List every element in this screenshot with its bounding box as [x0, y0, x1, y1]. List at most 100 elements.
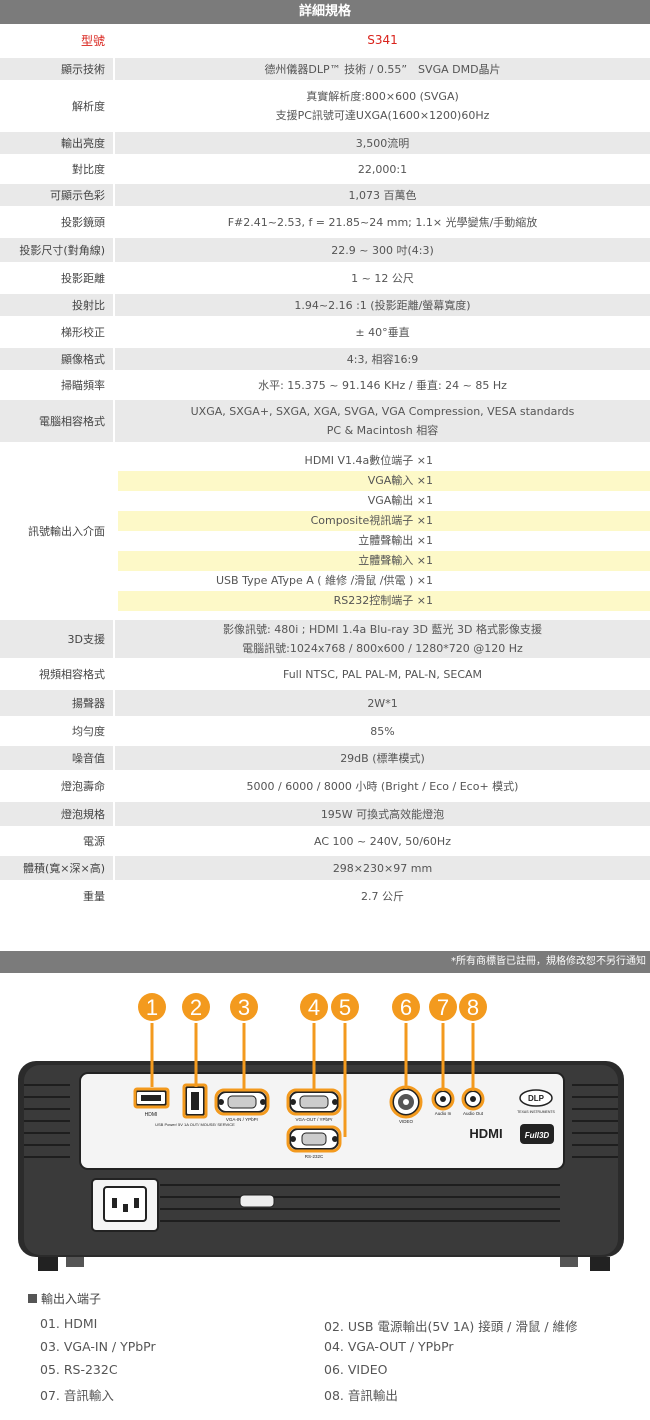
- spec-value-line: 298×230×97 mm: [332, 861, 433, 875]
- spec-row: 燈泡規格 195W 可換式高效能燈泡: [0, 802, 650, 828]
- spec-row: 對比度 22,000:1: [0, 156, 650, 184]
- spec-value: 195W 可換式高效能燈泡: [115, 802, 650, 826]
- spec-value-line: 195W 可換式高效能燈泡: [320, 807, 445, 821]
- spec-row: 投影距離 1 ~ 12 公尺: [0, 264, 650, 294]
- spec-label: 投影尺寸(對角線): [0, 238, 115, 262]
- spec-label: 燈泡規格: [0, 802, 115, 826]
- spec-row: 3D支援 影像訊號: 480i ; HDMI 1.4a Blu-ray 3D 藍光…: [0, 620, 650, 660]
- spec-value: 2W*1: [115, 690, 650, 716]
- dlp-logo: DLP TEXAS INSTRUMENTS: [517, 1089, 556, 1114]
- full3d-logo: Full3D: [520, 1124, 554, 1144]
- spec-value-line: 29dB (標準模式): [340, 751, 425, 765]
- port-list-item: 01. HDMI: [40, 1316, 98, 1331]
- spec-value-line: S341: [367, 32, 398, 47]
- spec-value-line: 22.9 ~ 300 吋(4:3): [331, 243, 434, 257]
- spec-value: 水平: 15.375 ~ 91.146 KHz / 垂直: 24 ~ 85 Hz: [115, 372, 650, 398]
- svg-text:5: 5: [339, 995, 351, 1020]
- spec-value-line: 2.7 公斤: [361, 889, 404, 903]
- spec-value: 29dB (標準模式): [115, 746, 650, 770]
- spec-value: UXGA, SXGA+, SXGA, XGA, SVGA, VGA Compre…: [115, 400, 650, 442]
- spec-value-line: 2W*1: [367, 696, 398, 710]
- callout-marker-6: 6: [392, 993, 420, 1021]
- svg-text:1: 1: [146, 995, 158, 1020]
- spec-label: 均勻度: [0, 718, 115, 744]
- spec-label: 視頻相容格式: [0, 660, 115, 688]
- spec-value-line: PC & Macintosh 相容: [326, 424, 439, 437]
- spec-value-line: 22,000:1: [357, 162, 408, 176]
- spec-value: 298×230×97 mm: [115, 856, 650, 880]
- spec-label: 噪音值: [0, 746, 115, 770]
- spec-value: HDMI V1.4a數位端子 ×1 VGA輸入 ×1 VGA輸出 ×1 Composi…: [115, 444, 650, 618]
- spec-label: 顯像格式: [0, 348, 115, 370]
- spec-value: 5000 / 6000 / 8000 小時 (Bright / Eco / Ec…: [115, 772, 650, 800]
- spec-value-line: 水平: 15.375 ~ 91.146 KHz / 垂直: 24 ~ 85 Hz: [258, 378, 507, 392]
- spec-label: 可顯示色彩: [0, 184, 115, 206]
- ports-section-title: 輸出入端子: [28, 1290, 101, 1307]
- spec-value: 3,500流明: [115, 132, 650, 154]
- spec-row: 顯示技術 德州儀器DLP™ 技術 / 0.55” SVGA DMD晶片: [0, 58, 650, 82]
- svg-text:HDMI: HDMI: [469, 1126, 502, 1141]
- spec-value-line: 真實解析度:800×600 (SVGA): [306, 90, 459, 103]
- spec-label: 投影距離: [0, 264, 115, 292]
- callout-marker-5: 5: [331, 993, 359, 1021]
- spec-label: 體積(寬×深×高): [0, 856, 115, 880]
- svg-text:2: 2: [190, 995, 202, 1020]
- spec-row: 噪音值 29dB (標準模式): [0, 746, 650, 772]
- spec-row: 掃瞄頻率 水平: 15.375 ~ 91.146 KHz / 垂直: 24 ~ 8…: [0, 372, 650, 400]
- spec-title-banner: 詳細規格: [0, 0, 650, 24]
- port-label: Audio In: [435, 1111, 452, 1116]
- spec-label: 燈泡壽命: [0, 772, 115, 800]
- svg-text:3: 3: [238, 995, 250, 1020]
- port-list-item: 06. VIDEO: [324, 1362, 388, 1377]
- io-interface-item: Composite視訊端子 ×1: [118, 511, 650, 531]
- spec-value: 4:3, 相容16:9: [115, 348, 650, 370]
- io-interface-item: HDMI V1.4a數位端子 ×1: [304, 454, 433, 467]
- bullet-square-icon: [28, 1294, 37, 1303]
- spec-label: 電腦相容格式: [0, 400, 115, 442]
- spec-row: 電源 AC 100 ~ 240V, 50/60Hz: [0, 828, 650, 856]
- callout-marker-1: 1: [138, 993, 166, 1021]
- spec-value: ± 40°垂直: [115, 318, 650, 346]
- spec-value-line: 1,073 百萬色: [348, 188, 417, 202]
- callout-markers: 1 2 3 45 678: [138, 993, 487, 1021]
- port-list-item: 07. 音訊輸入: [40, 1388, 114, 1403]
- svg-text:TEXAS INSTRUMENTS: TEXAS INSTRUMENTS: [517, 1110, 555, 1114]
- spec-value-line: 電腦訊號:1024x768 / 800x600 / 1280*720 @120 …: [242, 642, 523, 655]
- svg-text:7: 7: [437, 995, 449, 1020]
- port-list-item: 04. VGA-OUT / YPbPr: [324, 1339, 454, 1354]
- spec-row: 投影尺寸(對角線) 22.9 ~ 300 吋(4:3): [0, 238, 650, 264]
- spec-value: 真實解析度:800×600 (SVGA) 支援PC訊號可達UXGA(1600×12…: [115, 82, 650, 130]
- spec-row: 顯像格式 4:3, 相容16:9: [0, 348, 650, 372]
- port-label: Audio Out: [463, 1111, 484, 1116]
- spec-value-line: 支援PC訊號可達UXGA(1600×1200)60Hz: [275, 109, 490, 122]
- spec-label: 投射比: [0, 294, 115, 316]
- io-interface-item: 立體聲輸出 ×1: [358, 534, 433, 547]
- spec-value: 85%: [115, 718, 650, 744]
- svg-text:6: 6: [400, 995, 412, 1020]
- port-label: VGA-IN / YPbPr: [226, 1117, 259, 1122]
- spec-value-line: UXGA, SXGA+, SXGA, XGA, SVGA, VGA Compre…: [190, 405, 575, 418]
- spec-value-line: 1 ~ 12 公尺: [351, 271, 414, 285]
- callout-marker-7: 7: [429, 993, 457, 1021]
- spec-value: 1.94~2.16 :1 (投影距離/螢幕寬度): [115, 294, 650, 316]
- spec-value: S341: [115, 24, 650, 56]
- vga-out-port: VGA-OUT / YPbPr: [289, 1091, 339, 1122]
- callout-marker-8: 8: [459, 993, 487, 1021]
- spec-value-line: 德州儀器DLP™ 技術 / 0.55” SVGA DMD晶片: [264, 62, 501, 76]
- port-list-item: 03. VGA-IN / YPbPr: [40, 1339, 156, 1354]
- spec-label: 訊號輸出入介面: [0, 444, 115, 618]
- spec-value: F#2.41~2.53, f = 21.85~24 mm; 1.1× 光學變焦/…: [115, 208, 650, 236]
- spec-label: 揚聲器: [0, 690, 115, 716]
- spec-label: 顯示技術: [0, 58, 115, 80]
- hdmi-logo: HDMI: [469, 1126, 502, 1141]
- spec-value-line: 影像訊號: 480i ; HDMI 1.4a Blu-ray 3D 藍光 3D …: [223, 623, 542, 636]
- port-list-item: 02. USB 電源輸出(5V 1A) 接頭 / 滑鼠 / 維修: [324, 1319, 578, 1334]
- spec-value-line: 85%: [370, 724, 395, 738]
- spec-row: 重量 2.7 公斤: [0, 882, 650, 912]
- spec-row: 解析度 真實解析度:800×600 (SVGA) 支援PC訊號可達UXGA(1600…: [0, 82, 650, 132]
- spec-label: 電源: [0, 828, 115, 854]
- svg-text:DLP: DLP: [528, 1094, 545, 1103]
- spec-value-line: ± 40°垂直: [355, 325, 410, 339]
- spec-value: 德州儀器DLP™ 技術 / 0.55” SVGA DMD晶片: [115, 58, 650, 80]
- spec-label: 掃瞄頻率: [0, 372, 115, 398]
